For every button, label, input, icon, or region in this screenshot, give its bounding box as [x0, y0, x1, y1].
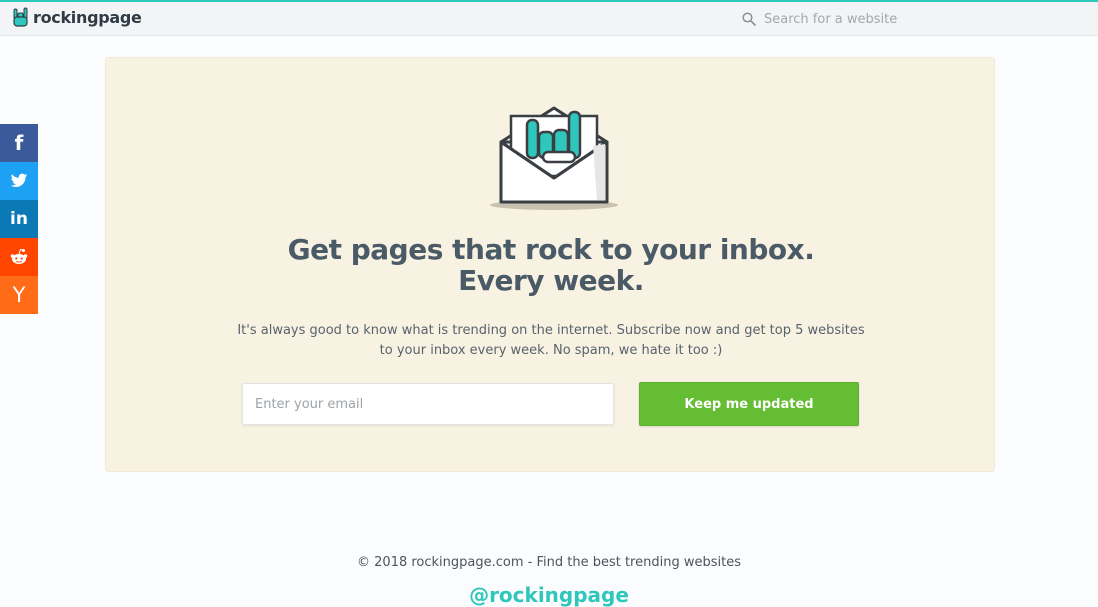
newsletter-headline: Get pages that rock to your inbox. Every… — [106, 234, 996, 296]
social-share-bar: f in Y — [0, 124, 38, 314]
envelope-rock-hand-icon — [490, 106, 618, 210]
top-navbar: rockingpage — [0, 0, 1098, 36]
ycombinator-share-button[interactable]: Y — [0, 276, 38, 314]
twitter-share-button[interactable] — [0, 162, 38, 200]
footer-twitter-handle[interactable]: @rockingpage — [0, 583, 1098, 607]
reddit-share-button[interactable] — [0, 238, 38, 276]
logo-text: rockingpage — [33, 7, 142, 27]
linkedin-icon: in — [10, 209, 28, 229]
headline-line-1: Get pages that rock to your inbox. — [287, 233, 815, 266]
reddit-icon — [10, 248, 28, 264]
ycombinator-icon: Y — [12, 283, 26, 307]
linkedin-share-button[interactable]: in — [0, 200, 38, 238]
newsletter-description: It's always good to know what is trendin… — [237, 323, 865, 358]
facebook-share-button[interactable]: f — [0, 124, 38, 162]
logo[interactable]: rockingpage — [12, 7, 142, 27]
subscribe-button[interactable]: Keep me updated — [639, 382, 859, 426]
facebook-icon: f — [14, 131, 24, 155]
search-bar[interactable] — [742, 9, 1042, 29]
headline-line-2: Every week. — [458, 264, 644, 297]
footer-copyright: © 2018 rockingpage.com - Find the best t… — [357, 555, 741, 570]
email-field[interactable] — [242, 383, 614, 425]
rock-hand-icon — [13, 7, 28, 27]
newsletter-card: Get pages that rock to your inbox. Every… — [105, 57, 995, 472]
search-input[interactable] — [764, 11, 1024, 27]
twitter-icon — [10, 173, 28, 187]
search-icon — [742, 12, 756, 26]
